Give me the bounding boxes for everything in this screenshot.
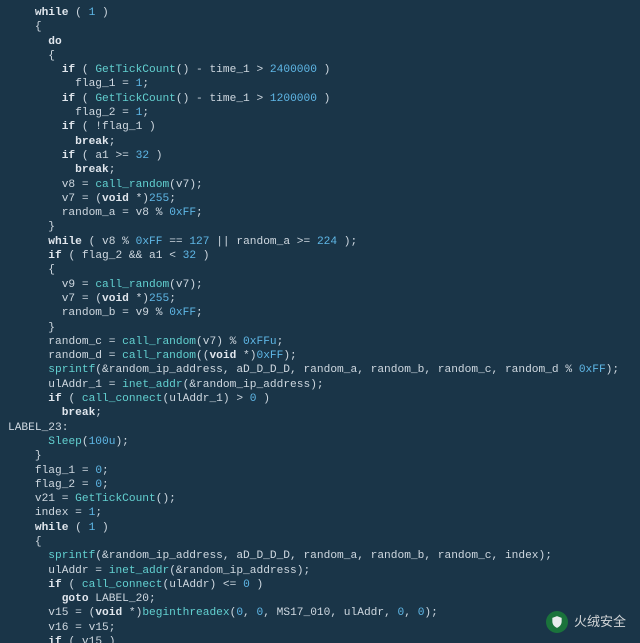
watermark: 火绒安全 [546,611,626,633]
code-block: while ( 1 ) { do { if ( GetTickCount() -… [0,0,640,643]
watermark-text: 火绒安全 [574,615,626,629]
shield-icon [546,611,568,633]
